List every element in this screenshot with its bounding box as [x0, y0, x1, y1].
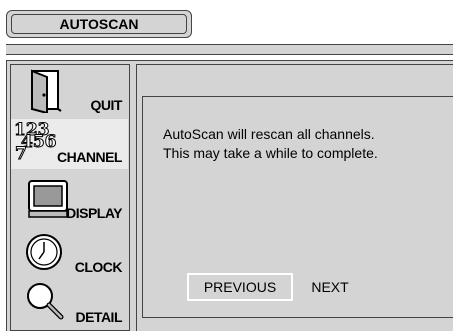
dialog-message: AutoScan will rescan all channels. This …: [163, 125, 453, 163]
sidebar-item-label: QUIT: [90, 97, 123, 113]
title-divider: [6, 44, 453, 55]
clock-icon: [26, 234, 62, 270]
sidebar-item-clock[interactable]: CLOCK: [11, 229, 128, 279]
magnifier-icon: [27, 283, 64, 320]
page-title: AUTOSCAN: [11, 14, 187, 34]
dialog-message-line: AutoScan will rescan all channels.: [163, 126, 375, 142]
sidebar-menu: QUIT 123 456 7 CHANNEL DISPLAY CLOCK DET…: [10, 64, 130, 331]
svg-text:7: 7: [15, 144, 27, 161]
sidebar-item-label: DISPLAY: [66, 205, 122, 221]
autoscan-dialog: AutoScan will rescan all channels. This …: [142, 96, 453, 318]
title-tab: AUTOSCAN: [6, 10, 192, 38]
next-button[interactable]: NEXT: [305, 273, 355, 301]
sidebar-item-display[interactable]: DISPLAY: [11, 175, 128, 225]
channel-numbers-icon: 123 456 7: [14, 121, 58, 161]
sidebar-item-quit[interactable]: QUIT: [11, 67, 128, 117]
previous-button[interactable]: PREVIOUS: [187, 273, 293, 301]
dialog-message-line: This may take a while to complete.: [163, 145, 378, 161]
sidebar-item-channel[interactable]: 123 456 7 CHANNEL: [11, 119, 128, 169]
sidebar-item-detail[interactable]: DETAIL: [11, 279, 128, 329]
sidebar-item-label: CLOCK: [74, 259, 123, 275]
sidebar-item-label: DETAIL: [75, 309, 122, 325]
door-icon: [31, 69, 62, 113]
sidebar-item-label: CHANNEL: [57, 149, 122, 165]
